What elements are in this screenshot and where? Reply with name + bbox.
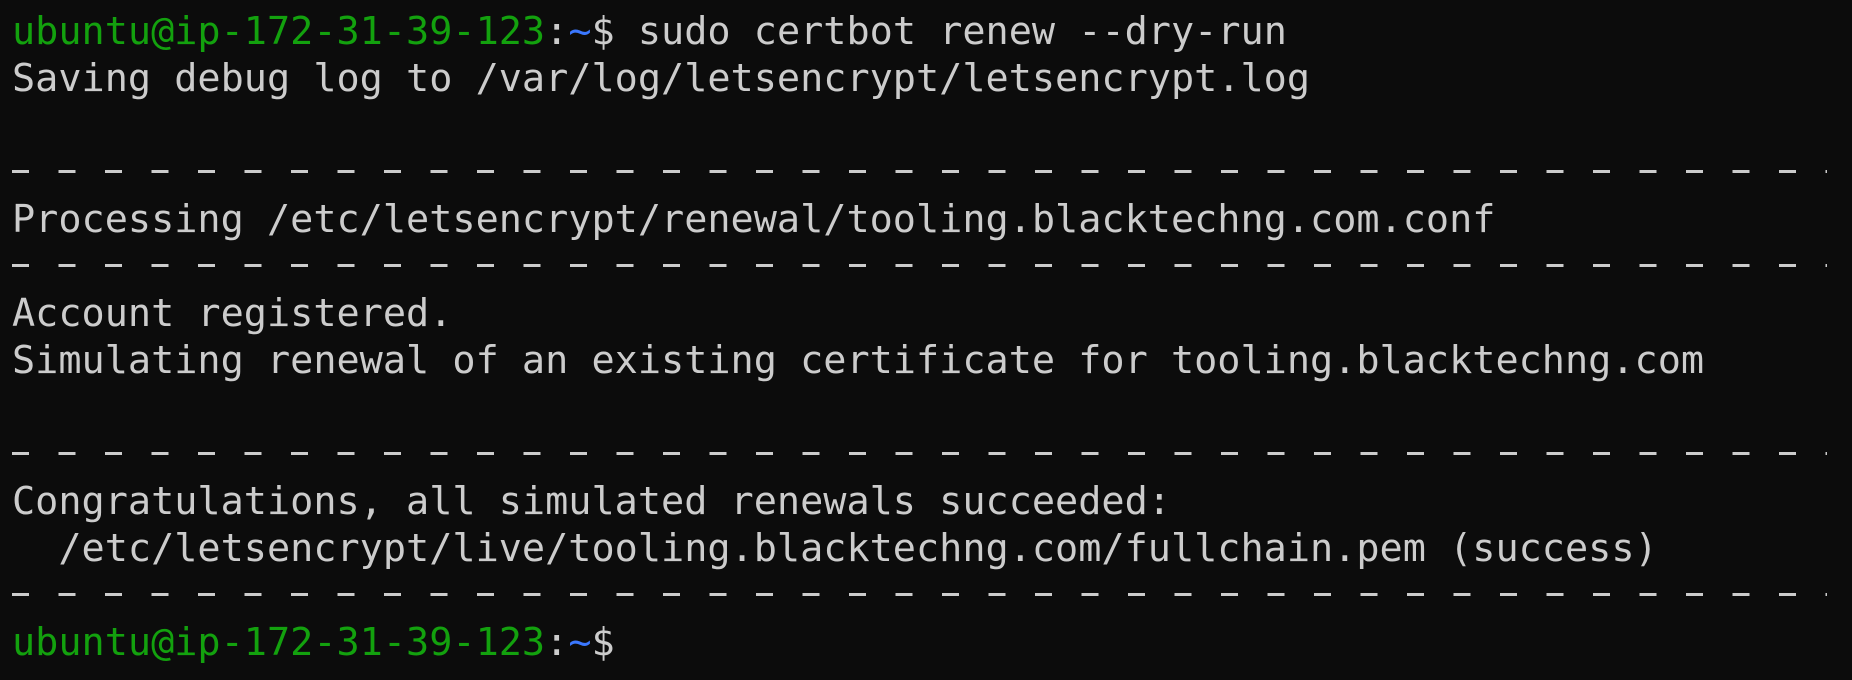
output-account-registered: Account registered. [12, 291, 453, 336]
terminal-window[interactable]: ubuntu@ip-172-31-39-123:~$ sudo certbot … [0, 0, 1852, 680]
output-fullchain: /etc/letsencrypt/live/tooling.blacktechn… [12, 526, 1658, 571]
separator-dashes-2 [12, 264, 1827, 267]
prompt-user-host: ubuntu@ip-172-31-39-123 [12, 620, 546, 665]
prompt-path: ~ [568, 620, 592, 665]
prompt-separator: : [545, 9, 569, 54]
output-saving-log: Saving debug log to /var/log/letsencrypt… [12, 56, 1311, 101]
prompt-path: ~ [568, 9, 592, 54]
prompt-symbol: $ [591, 620, 615, 665]
output-processing: Processing /etc/letsencrypt/renewal/tool… [12, 197, 1496, 242]
prompt-line-2[interactable]: ubuntu@ip-172-31-39-123:~$ [12, 619, 615, 666]
output-simulating: Simulating renewal of an existing certif… [12, 338, 1705, 383]
prompt-line-1: ubuntu@ip-172-31-39-123:~$ sudo certbot … [12, 8, 1287, 55]
prompt-symbol: $ [591, 9, 615, 54]
separator-dashes-3 [12, 452, 1827, 455]
separator-dashes-4 [12, 593, 1827, 596]
separator-dashes-1 [12, 170, 1827, 173]
prompt-separator: : [545, 620, 569, 665]
prompt-user-host: ubuntu@ip-172-31-39-123 [12, 9, 546, 54]
output-congratulations: Congratulations, all simulated renewals … [12, 479, 1171, 524]
command-text: sudo certbot renew --dry-run [614, 9, 1287, 54]
